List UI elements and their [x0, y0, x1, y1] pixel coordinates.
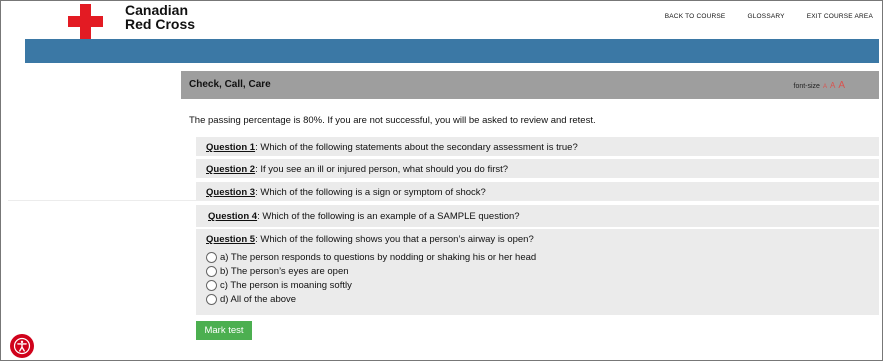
- passing-percentage-text: The passing percentage is 80%. If you ar…: [189, 115, 596, 126]
- question-5-options: a) The person responds to questions by n…: [206, 250, 536, 306]
- question-3[interactable]: Question 3: Which of the following is a …: [196, 182, 879, 201]
- question-4[interactable]: Question 4: Which of the following is an…: [196, 205, 879, 227]
- option-c[interactable]: c) The person is moaning softly: [206, 278, 536, 292]
- font-size-label: font-size: [793, 83, 820, 90]
- question-4-text: : Which of the following is an example o…: [257, 211, 520, 222]
- exit-course-area-link[interactable]: EXIT COURSE AREA: [807, 13, 873, 20]
- option-c-radio[interactable]: [206, 279, 217, 291]
- divider: [8, 200, 879, 201]
- brand-name: Canadian Red Cross: [125, 3, 195, 31]
- question-5: Question 5: Which of the following shows…: [196, 229, 879, 315]
- question-2-text: : If you see an ill or injured person, w…: [255, 164, 509, 175]
- red-cross-icon: [68, 4, 103, 39]
- font-size-large-button[interactable]: A: [838, 80, 845, 91]
- option-a[interactable]: a) The person responds to questions by n…: [206, 250, 536, 264]
- font-size-small-button[interactable]: A: [823, 84, 827, 90]
- top-navigation: BACK TO COURSE GLOSSARY EXIT COURSE AREA: [665, 13, 873, 20]
- option-d-text: d) All of the above: [220, 293, 297, 305]
- question-3-text: : Which of the following is a sign or sy…: [255, 187, 486, 198]
- option-a-radio[interactable]: [206, 251, 217, 263]
- question-5-text: : Which of the following shows you that …: [255, 234, 534, 245]
- question-1-label: Question 1: [206, 142, 256, 153]
- question-2[interactable]: Question 2: If you see an ill or injured…: [196, 159, 879, 178]
- red-cross-logo[interactable]: Canadian Red Cross: [68, 3, 195, 39]
- question-3-label: Question 3: [206, 187, 256, 198]
- question-2-label: Question 2: [206, 164, 256, 175]
- option-a-text: a) The person responds to questions by n…: [220, 251, 537, 263]
- option-d[interactable]: d) All of the above: [206, 292, 536, 306]
- brand-line-2: Red Cross: [125, 16, 196, 32]
- brand-line-1: Canadian: [125, 2, 189, 18]
- option-b[interactable]: b) The person’s eyes are open: [206, 264, 536, 278]
- question-4-label: Question 4: [208, 211, 258, 222]
- font-size-medium-button[interactable]: A: [830, 81, 835, 90]
- option-c-text: c) The person is moaning softly: [220, 279, 352, 291]
- option-b-text: b) The person’s eyes are open: [220, 265, 349, 277]
- header-blue-bar: [25, 39, 879, 63]
- mark-test-button[interactable]: Mark test: [196, 321, 252, 340]
- question-1-text: : Which of the following statements abou…: [255, 142, 578, 153]
- font-size-controls: font-size A A A: [794, 80, 846, 91]
- page-title: Check, Call, Care: [189, 79, 271, 90]
- question-5-label: Question 5: [206, 234, 256, 245]
- accessibility-figure-icon: [13, 337, 31, 355]
- option-b-radio[interactable]: [206, 265, 217, 277]
- accessibility-icon[interactable]: [10, 334, 34, 358]
- section-title-bar: Check, Call, Care font-size A A A: [181, 71, 879, 99]
- back-to-course-link[interactable]: BACK TO COURSE: [665, 13, 726, 20]
- glossary-link[interactable]: GLOSSARY: [747, 13, 784, 20]
- question-1[interactable]: Question 1: Which of the following state…: [196, 137, 879, 156]
- option-d-radio[interactable]: [206, 293, 217, 305]
